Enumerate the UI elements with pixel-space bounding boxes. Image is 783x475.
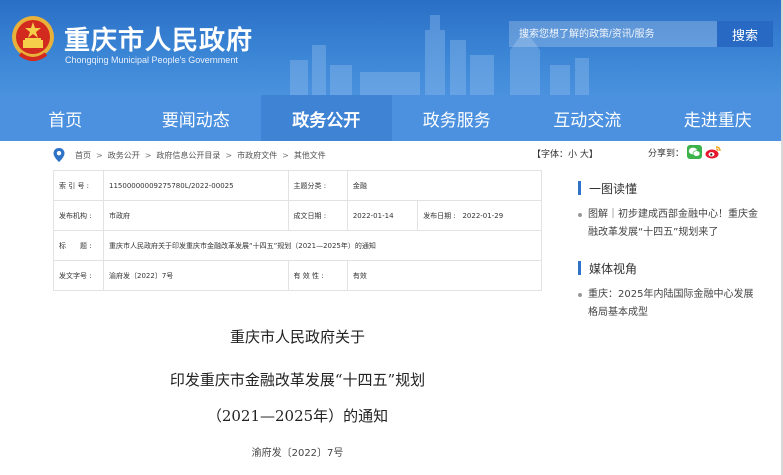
table-row: 标 题 : 重庆市人民政府关于印发重庆市金融改革发展“十四五”规划（2021—2… xyxy=(53,230,542,261)
created-date-label: 成文日期 : xyxy=(287,200,348,231)
table-row: 发布机构 : 市政府 成文日期 : 2022-01-14 发布日期 : 2022… xyxy=(53,200,542,231)
site-header: 重庆市人民政府 Chongqing Municipal People's Gov… xyxy=(0,0,783,95)
location-pin-icon xyxy=(53,148,65,162)
nav-item-news[interactable]: 要闻动态 xyxy=(131,95,262,141)
published-date-value: 2022-01-29 xyxy=(462,211,504,220)
doc-number-value: 渝府发〔2022〕7号 xyxy=(103,260,289,291)
published-date-cell: 发布日期 : 2022-01-29 xyxy=(417,200,542,231)
breadcrumb-municipal-documents[interactable]: 市政府文件 xyxy=(237,150,277,161)
issuer-label: 发布机构 : xyxy=(53,200,104,231)
validity-value: 有效 xyxy=(346,260,543,291)
sidebar-link-infographic[interactable]: 图解｜初步建成西部金融中心！重庆金融改革发展“十四五”规划来了 xyxy=(578,206,758,242)
weibo-icon[interactable] xyxy=(705,145,721,159)
wechat-icon[interactable] xyxy=(687,145,703,159)
nav-item-about-chongqing[interactable]: 走进重庆 xyxy=(653,95,783,141)
nav-item-home[interactable]: 首页 xyxy=(0,95,131,141)
breadcrumb-separator: > xyxy=(225,150,233,160)
section-marker xyxy=(578,181,581,195)
issuer-value: 市政府 xyxy=(103,200,289,231)
breadcrumb-government-affairs[interactable]: 政务公开 xyxy=(108,150,140,161)
section-title: 一图读懂 xyxy=(589,181,638,196)
site-title[interactable]: 重庆市人民政府 xyxy=(64,20,253,57)
nav-item-interaction[interactable]: 互动交流 xyxy=(522,95,653,141)
search-button[interactable]: 搜索 xyxy=(717,21,773,47)
font-size-switcher[interactable]: 【字体：小 大】 xyxy=(532,147,598,160)
breadcrumb-separator: > xyxy=(282,150,289,160)
article-title-line-3: （2021—2025年）的通知 xyxy=(206,407,389,425)
article-title-line-1: 重庆市人民政府关于 xyxy=(229,328,365,346)
table-row: 发文字号 : 渝府发〔2022〕7号 有 效 性 : 有效 xyxy=(53,260,543,291)
breadcrumb-separator: > xyxy=(96,150,103,160)
category-label: 主题分类 : xyxy=(287,170,348,201)
share-bar: 分享到： xyxy=(648,145,721,159)
doc-number-label: 发文字号 : xyxy=(53,260,104,291)
published-date-label: 发布日期 : xyxy=(423,211,456,220)
nav-item-government-affairs[interactable]: 政务公开 xyxy=(261,95,392,141)
section-header-infographic: 一图读懂 xyxy=(578,178,758,198)
validity-label: 有 效 性 : xyxy=(287,260,348,291)
search-input[interactable] xyxy=(509,21,717,47)
site-subtitle: Chongqing Municipal People's Government xyxy=(65,55,238,65)
table-row: 索 引 号 : 11500000009275780L/2022-00025 主题… xyxy=(53,170,543,201)
breadcrumb-info-catalog[interactable]: 政府信息公开目录 xyxy=(156,150,220,161)
breadcrumb-home[interactable]: 首页 xyxy=(75,150,91,161)
document-info-table: 索 引 号 : 11500000009275780L/2022-00025 主题… xyxy=(53,170,543,291)
section-title: 媒体视角 xyxy=(589,261,638,276)
sidebar-link-text[interactable]: 图解｜初步建成西部金融中心！重庆金融改革发展“十四五”规划来了 xyxy=(588,209,758,238)
category-value: 金融 xyxy=(346,170,543,201)
article-title-line-2: 印发重庆市金融改革发展“十四五”规划 xyxy=(169,371,426,389)
sidebar-link-text[interactable]: 重庆：2025年内陆国际金融中心发展格局基本成型 xyxy=(588,289,753,318)
title-label: 标 题 : xyxy=(53,230,104,261)
index-number-value: 11500000009275780L/2022-00025 xyxy=(103,170,289,201)
breadcrumb-separator: > xyxy=(144,150,152,160)
bullet-icon xyxy=(578,293,582,297)
nav-item-services[interactable]: 政务服务 xyxy=(392,95,523,141)
sidebar-link-media[interactable]: 重庆：2025年内陆国际金融中心发展格局基本成型 xyxy=(578,286,758,322)
section-header-media: 媒体视角 xyxy=(578,258,758,278)
created-date-value: 2022-01-14 xyxy=(346,200,419,231)
index-number-label: 索 引 号 : xyxy=(53,170,104,201)
main-nav: 首页 要闻动态 政务公开 政务服务 互动交流 走进重庆 xyxy=(0,95,783,141)
article-doc-number: 渝府发〔2022〕7号 xyxy=(251,448,344,459)
sidebar: 一图读懂 图解｜初步建成西部金融中心！重庆金融改革发展“十四五”规划来了 媒体视… xyxy=(578,178,758,322)
breadcrumb: 首页 > 政务公开 > 政府信息公开目录 > 市政府文件 > 其他文件 xyxy=(53,145,326,165)
section-marker xyxy=(578,261,581,275)
breadcrumb-other-documents[interactable]: 其他文件 xyxy=(294,150,326,161)
title-value: 重庆市人民政府关于印发重庆市金融改革发展“十四五”规划（2021—2025年）的… xyxy=(103,230,542,261)
share-label: 分享到： xyxy=(648,148,685,159)
national-emblem-icon xyxy=(12,16,54,61)
bullet-icon xyxy=(578,213,582,217)
